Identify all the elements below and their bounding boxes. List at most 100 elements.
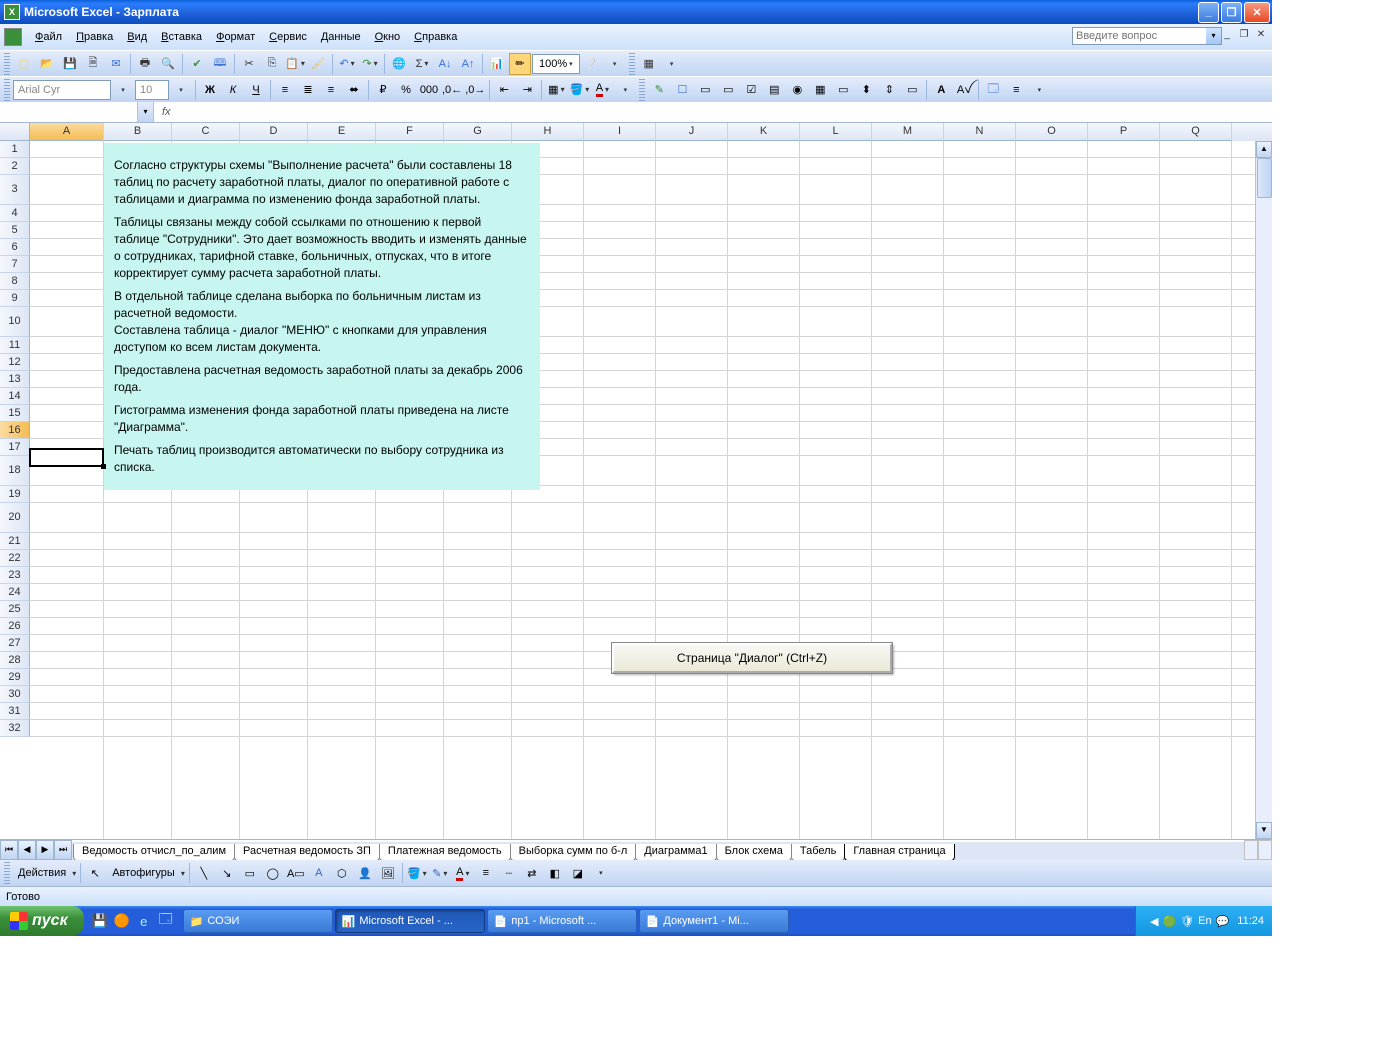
ext-btn-label[interactable]: A <box>930 79 952 101</box>
fill-handle[interactable] <box>101 464 106 469</box>
toolbar-grip[interactable] <box>4 53 10 75</box>
rectangle-tool[interactable]: ▭ <box>239 862 261 884</box>
textbox-tool[interactable]: A▭ <box>285 862 307 884</box>
row-header-30[interactable]: 30 <box>0 686 30 703</box>
ext-btn-12[interactable]: ▭ <box>901 79 923 101</box>
dash-style-button[interactable]: ┈ <box>498 862 520 884</box>
align-center-button[interactable]: ≣ <box>297 79 319 101</box>
name-box-dropdown[interactable]: ▾ <box>138 102 154 122</box>
bold-button[interactable]: Ж <box>199 79 221 101</box>
sheet-tab-Ведомость отчисл_по_алим[interactable]: Ведомость отчисл_по_алим <box>73 844 235 860</box>
fill-color-draw[interactable]: 🪣 <box>406 862 428 884</box>
col-header-Q[interactable]: Q <box>1160 123 1232 141</box>
tab-nav-prev[interactable]: ◀ <box>18 840 36 860</box>
col-header-I[interactable]: I <box>584 123 656 141</box>
ext-btn-1[interactable]: ✎ <box>648 79 670 101</box>
cut-button[interactable]: ✂ <box>238 53 260 75</box>
menu-Формат[interactable]: Формат <box>209 29 262 45</box>
row-header-10[interactable]: 10 <box>0 307 30 337</box>
col-header-H[interactable]: H <box>512 123 584 141</box>
maximize-button[interactable]: ❐ <box>1221 2 1242 23</box>
sheet-tab-Диаграмма1[interactable]: Диаграмма1 <box>635 844 716 860</box>
vertical-scrollbar[interactable]: ▲ ▼ <box>1255 141 1272 839</box>
col-header-A[interactable]: A <box>30 123 104 141</box>
scroll-up-button[interactable]: ▲ <box>1256 141 1272 158</box>
copy-button[interactable]: ⎘ <box>261 53 283 75</box>
minimize-button[interactable]: _ <box>1198 2 1219 23</box>
decrease-decimal-button[interactable]: ,0→ <box>464 79 486 101</box>
diagram-tool[interactable]: ⬡ <box>331 862 353 884</box>
col-header-G[interactable]: G <box>444 123 512 141</box>
arrow-tool[interactable]: ↘ <box>216 862 238 884</box>
picture-tool[interactable]: 🖼 <box>377 862 399 884</box>
font-color-button[interactable]: A <box>591 79 613 101</box>
app-menu-icon[interactable] <box>4 28 22 46</box>
undo-button[interactable]: ↶ <box>336 53 358 75</box>
tray-lang[interactable]: En <box>1198 915 1211 927</box>
new-button[interactable]: ▢ <box>13 53 35 75</box>
menu-Справка[interactable]: Справка <box>407 29 464 45</box>
tray-icon-2[interactable]: 🟢 <box>1162 915 1176 928</box>
email-button[interactable]: ✉ <box>105 53 127 75</box>
format-painter-button[interactable]: 🖌 <box>307 53 329 75</box>
row-header-6[interactable]: 6 <box>0 239 30 256</box>
doc-minimize-button[interactable]: _ <box>1220 29 1234 43</box>
col-header-L[interactable]: L <box>800 123 872 141</box>
col-header-K[interactable]: K <box>728 123 800 141</box>
row-header-21[interactable]: 21 <box>0 533 30 550</box>
toolbar-grip-2[interactable] <box>629 53 635 75</box>
chart-wizard-button[interactable]: 📊 <box>486 53 508 75</box>
row-header-29[interactable]: 29 <box>0 669 30 686</box>
print-button[interactable]: 🖶 <box>134 53 156 75</box>
ql-desktop-icon[interactable]: 🗔 <box>156 910 176 932</box>
row-header-23[interactable]: 23 <box>0 567 30 584</box>
fx-icon[interactable]: fx <box>162 106 171 118</box>
toolbar-grip-4[interactable] <box>639 79 645 101</box>
select-objects-button[interactable]: ↖ <box>84 862 106 884</box>
scroll-thumb[interactable] <box>1257 158 1272 198</box>
ext-btn-props[interactable]: 🗔 <box>982 79 1004 101</box>
row-header-9[interactable]: 9 <box>0 290 30 307</box>
toolbar-grip-5[interactable] <box>4 862 10 884</box>
menu-Вид[interactable]: Вид <box>120 29 154 45</box>
font-dropdown[interactable]: ▾ <box>112 79 134 101</box>
ext-btn-5[interactable]: ☑ <box>740 79 762 101</box>
clipart-tool[interactable]: 👤 <box>354 862 376 884</box>
row-header-14[interactable]: 14 <box>0 388 30 405</box>
ql-ie-icon[interactable]: e <box>134 910 154 932</box>
underline-button[interactable]: Ч <box>245 79 267 101</box>
ext-btn-edit[interactable]: Aꪜ <box>953 79 975 101</box>
drawing-toggle-button[interactable]: ✏ <box>509 53 531 75</box>
tab-nav-last[interactable]: ⏭ <box>54 840 72 860</box>
redo-button[interactable]: ↷ <box>359 53 381 75</box>
doc-restore-button[interactable]: ❐ <box>1237 29 1251 43</box>
toolbar-options-button[interactable]: ▾ <box>604 53 626 75</box>
arrow-style-button[interactable]: ⇄ <box>521 862 543 884</box>
sheet-tab-Табель[interactable]: Табель <box>791 844 845 860</box>
toolbar-options-button-2[interactable]: ▾ <box>661 53 683 75</box>
scroll-down-button[interactable]: ▼ <box>1256 822 1272 839</box>
row-header-25[interactable]: 25 <box>0 601 30 618</box>
taskbar-item-2[interactable]: 📄пр1 - Microsoft ... <box>487 909 637 933</box>
ext-btn-3[interactable]: ▭ <box>694 79 716 101</box>
ql-media-icon[interactable]: 🟠 <box>112 910 132 932</box>
name-box[interactable] <box>0 102 138 122</box>
row-header-5[interactable]: 5 <box>0 222 30 239</box>
col-header-P[interactable]: P <box>1088 123 1160 141</box>
sort-asc-button[interactable]: A↓ <box>434 53 456 75</box>
select-all-corner[interactable] <box>0 123 30 141</box>
row-header-16[interactable]: 16 <box>0 422 30 439</box>
sheet-tab-Блок схема[interactable]: Блок схема <box>716 844 792 860</box>
col-header-M[interactable]: M <box>872 123 944 141</box>
tab-nav-next[interactable]: ▶ <box>36 840 54 860</box>
row-header-32[interactable]: 32 <box>0 720 30 737</box>
start-button[interactable]: пуск <box>0 906 84 936</box>
ext-btn-11[interactable]: ⇕ <box>878 79 900 101</box>
shadow-button[interactable]: ◧ <box>544 862 566 884</box>
save-button[interactable]: 💾 <box>59 53 81 75</box>
font-color-draw[interactable]: A <box>452 862 474 884</box>
open-button[interactable]: 📂 <box>36 53 58 75</box>
ext-btn-6[interactable]: ▤ <box>763 79 785 101</box>
increase-indent-button[interactable]: ⇥ <box>516 79 538 101</box>
spreadsheet-grid[interactable]: ABCDEFGHIJKLMNOPQ 1234567891011121314151… <box>0 123 1272 840</box>
